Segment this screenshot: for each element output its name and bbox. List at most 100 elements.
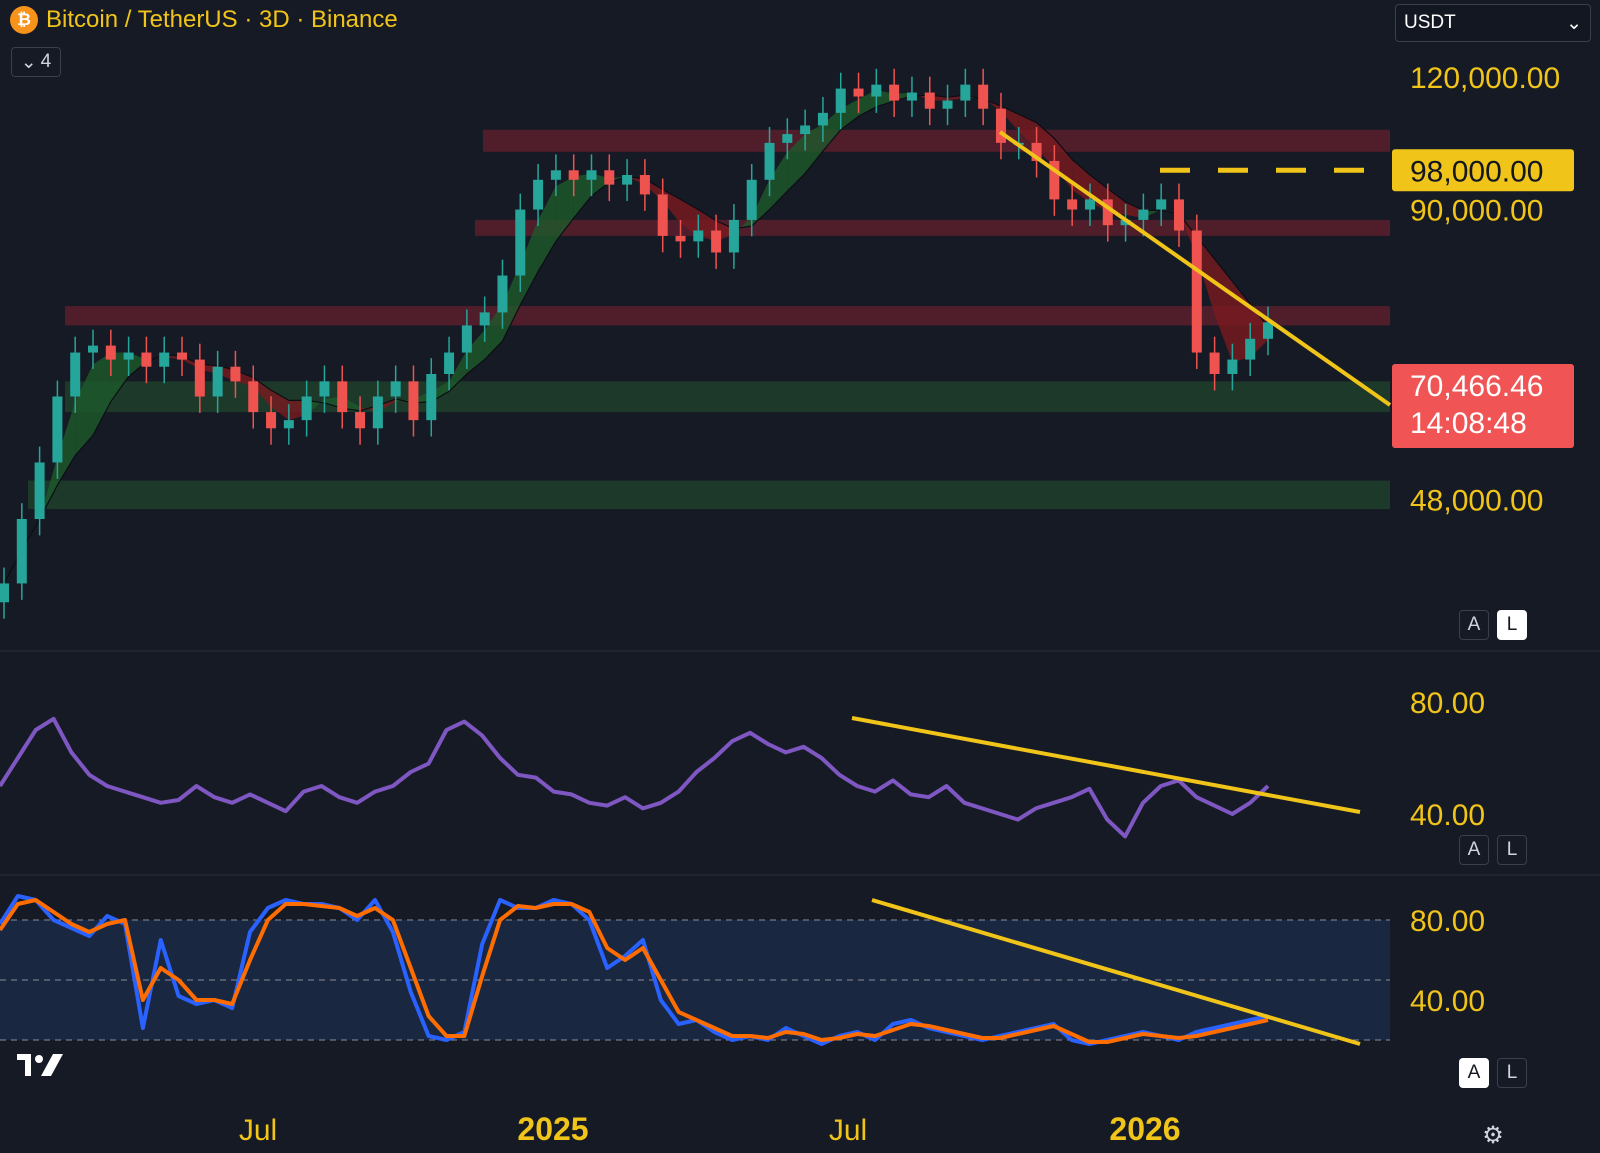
candle-body bbox=[301, 396, 312, 421]
time-axis-label: 2026 bbox=[1109, 1111, 1180, 1147]
trend-band-bull bbox=[93, 352, 111, 436]
time-axis-label: Jul bbox=[829, 1114, 867, 1147]
log-scale-button-rsi[interactable]: L bbox=[1497, 835, 1527, 865]
tradingview-logo-icon bbox=[17, 1054, 63, 1076]
candle-body bbox=[497, 275, 508, 313]
candle-body bbox=[817, 112, 828, 126]
candle-body bbox=[960, 84, 971, 101]
candle-body bbox=[515, 209, 526, 276]
currency-value: USDT bbox=[1404, 12, 1456, 33]
candle-body bbox=[693, 230, 704, 242]
candle-body bbox=[194, 359, 205, 397]
candle-body bbox=[461, 325, 472, 353]
candle-body bbox=[159, 352, 170, 367]
auto-scale-button-main[interactable]: A bbox=[1459, 610, 1489, 640]
rsi-axis-label: 80.00 bbox=[1410, 687, 1485, 720]
candle-body bbox=[1084, 199, 1095, 210]
chevron-down-icon: ⌄ bbox=[20, 51, 37, 73]
price-trendline bbox=[998, 130, 1392, 407]
trend-band-bear bbox=[1072, 159, 1090, 203]
candle-body bbox=[764, 142, 775, 180]
candle-body bbox=[123, 352, 134, 360]
candle-body bbox=[604, 170, 615, 185]
candle-body bbox=[283, 420, 294, 429]
candle-body bbox=[657, 194, 668, 236]
candle-body bbox=[711, 230, 722, 253]
candle-body bbox=[390, 381, 401, 397]
candle-body bbox=[266, 412, 277, 429]
candle-body bbox=[728, 219, 739, 253]
indicators-toggle-button[interactable]: ⌄ 4 bbox=[11, 47, 61, 77]
candle-body bbox=[871, 84, 882, 97]
support-zone bbox=[28, 480, 1390, 510]
candle-body bbox=[177, 352, 188, 360]
price-axis-label: 120,000.00 bbox=[1410, 62, 1560, 95]
candle-body bbox=[52, 396, 63, 463]
candle-body bbox=[906, 92, 917, 101]
candle-body bbox=[550, 170, 561, 180]
candle-body bbox=[1227, 359, 1238, 374]
resistance-zone bbox=[475, 219, 1390, 236]
time-axis-label: Jul bbox=[239, 1114, 277, 1147]
log-scale-button-stoch[interactable]: L bbox=[1497, 1058, 1527, 1088]
candle-body bbox=[889, 84, 900, 101]
candle-body bbox=[408, 381, 419, 421]
candle-body bbox=[355, 412, 366, 429]
candle-body bbox=[1138, 209, 1149, 220]
candle-body bbox=[372, 396, 383, 429]
candle-body bbox=[212, 366, 223, 397]
auto-scale-button-rsi[interactable]: A bbox=[1459, 835, 1489, 865]
candle-body bbox=[141, 352, 152, 367]
auto-scale-button-stoch[interactable]: A bbox=[1459, 1058, 1489, 1088]
indicator-count: 4 bbox=[40, 51, 52, 72]
candle-body bbox=[230, 366, 241, 382]
candle-body bbox=[444, 352, 455, 374]
chevron-down-icon: ⌄ bbox=[1566, 12, 1582, 34]
candle-body bbox=[586, 170, 597, 180]
candle-body bbox=[533, 179, 544, 210]
candle-body bbox=[675, 235, 686, 242]
candle-body bbox=[995, 108, 1006, 143]
candle-body bbox=[1191, 230, 1202, 353]
rsi-line bbox=[0, 716, 1270, 839]
candle-body bbox=[426, 373, 437, 421]
candle-body bbox=[942, 100, 953, 109]
candle-body bbox=[622, 175, 633, 185]
candle-body bbox=[746, 179, 757, 220]
candle-body bbox=[105, 345, 116, 360]
symbol-title: Bitcoin / TetherUS · 3D · Binance bbox=[46, 6, 398, 33]
stoch-axis-label: 80.00 bbox=[1410, 905, 1485, 938]
price-axis-label: 98,000.00 bbox=[1410, 155, 1543, 188]
log-scale-button-main[interactable]: L bbox=[1497, 610, 1527, 640]
bitcoin-icon: ₿ bbox=[10, 6, 38, 34]
candle-body bbox=[88, 345, 99, 353]
candle-body bbox=[978, 84, 989, 109]
trend-band-bear bbox=[1214, 259, 1233, 362]
resistance-zone bbox=[65, 306, 1390, 326]
candle-body bbox=[853, 88, 864, 97]
candle-body bbox=[835, 88, 846, 113]
candle-body bbox=[319, 381, 330, 397]
candle-body bbox=[34, 462, 45, 519]
candle-body bbox=[568, 170, 579, 180]
stoch-axis-label: 40.00 bbox=[1410, 985, 1485, 1018]
candle-body bbox=[0, 583, 9, 603]
candle-body bbox=[1245, 338, 1256, 360]
settings-icon[interactable]: ⚙ bbox=[1478, 1120, 1508, 1150]
chart-canvas[interactable]: 120,000.0098,000.0090,000.0058,000.0048,… bbox=[0, 0, 1600, 1153]
candle-body bbox=[16, 518, 27, 584]
symbol-header[interactable]: ₿ Bitcoin / TetherUS · 3D · Binance bbox=[10, 6, 398, 34]
candle-body bbox=[337, 381, 348, 413]
resistance-zone bbox=[483, 129, 1390, 152]
price-axis-label: 90,000.00 bbox=[1410, 195, 1543, 228]
candle-body bbox=[1067, 199, 1078, 210]
candle-body bbox=[639, 175, 650, 195]
candle-body bbox=[1173, 199, 1184, 231]
candle-body bbox=[70, 352, 81, 397]
rsi-axis-label: 40.00 bbox=[1410, 799, 1485, 832]
trend-band-bull bbox=[573, 173, 592, 219]
price-axis-label: 48,000.00 bbox=[1410, 484, 1543, 517]
currency-select[interactable]: USDT ⌄ bbox=[1395, 4, 1591, 42]
candle-body bbox=[1209, 352, 1220, 374]
candle-body bbox=[479, 312, 490, 326]
